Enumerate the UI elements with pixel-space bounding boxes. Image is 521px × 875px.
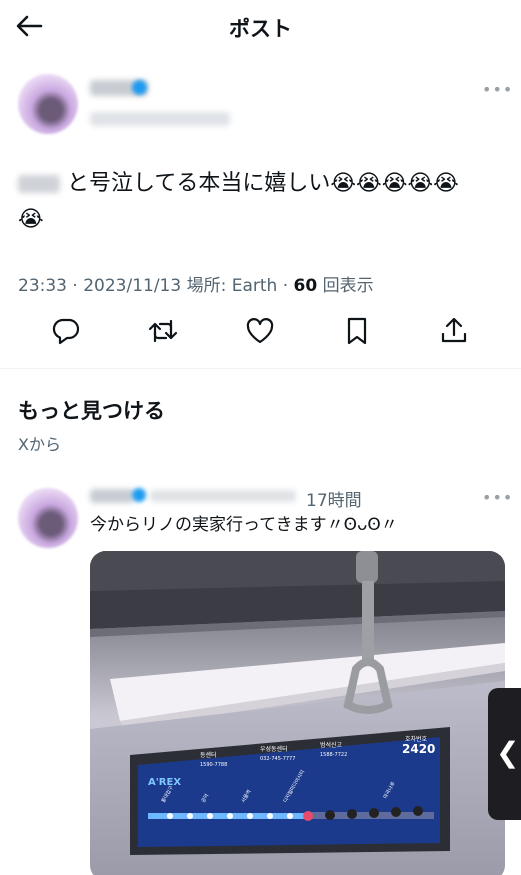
tweet-photo[interactable]: A'REX 동센터 1590-7788 우성동센터 032-745-7777 범… xyxy=(90,551,505,875)
display-brand: A'REX xyxy=(148,777,181,788)
retweet-icon[interactable] xyxy=(146,314,180,348)
like-icon[interactable] xyxy=(243,314,277,348)
recommended-author-handle[interactable] xyxy=(150,490,296,502)
verified-badge-icon xyxy=(132,488,146,502)
display-label-5: 범석신고 xyxy=(320,741,343,749)
redacted-text xyxy=(18,175,60,193)
tweet-location: 場所: Earth · xyxy=(181,276,294,296)
verified-badge-icon xyxy=(132,80,147,95)
tweet-timestamp[interactable]: 23:33 · 2023/11/13 xyxy=(18,276,181,296)
section-divider xyxy=(0,368,521,369)
car-number: 2420 xyxy=(402,742,435,756)
discover-heading: もっと見つける xyxy=(18,399,165,423)
display-label-3: 우성동센터 xyxy=(260,745,288,753)
discover-subtitle: Xから xyxy=(18,435,61,454)
views-label: 回表示 xyxy=(317,276,374,296)
chevron-left-icon: ❮ xyxy=(496,736,520,769)
share-icon[interactable] xyxy=(437,314,471,348)
views-count: 60 xyxy=(293,276,318,296)
display-label-2: 1590-7788 xyxy=(200,762,227,768)
recommended-text: 今からリノの実家行ってきます〃ʘᴗʘ〃 xyxy=(90,515,398,535)
display-label-1: 동센터 xyxy=(200,751,217,759)
page-title: ポスト xyxy=(229,17,292,41)
more-options-icon[interactable]: ••• xyxy=(482,488,513,507)
action-bar xyxy=(0,314,521,350)
tweet-text-line2: 😭 xyxy=(18,207,44,232)
display-label-6: 1588-7722 xyxy=(320,752,347,758)
tweet-text-line1: と号泣してる本当に嬉しい😭😭😭😭😭 xyxy=(67,171,459,196)
reply-icon[interactable] xyxy=(49,314,83,348)
more-options-icon[interactable]: ••• xyxy=(482,80,513,99)
display-label-4: 032-745-7777 xyxy=(260,756,295,762)
tweet-text: と号泣してる本当に嬉しい😭😭😭😭😭 😭 xyxy=(18,166,508,238)
author-avatar[interactable] xyxy=(18,74,78,134)
recommended-avatar[interactable] xyxy=(18,488,78,548)
recommended-author-name[interactable] xyxy=(90,489,134,503)
tweet-meta: 23:33 · 2023/11/13 場所: Earth · 60 回表示 xyxy=(18,271,374,296)
side-panel-handle[interactable]: ❮ xyxy=(488,688,521,820)
subway-photo: A'REX 동센터 1590-7788 우성동센터 032-745-7777 범… xyxy=(90,551,505,875)
top-bar: ポスト xyxy=(0,0,521,52)
author-handle[interactable] xyxy=(90,112,230,126)
recommended-time: 17時間 xyxy=(306,491,362,511)
bookmark-icon[interactable] xyxy=(340,314,374,348)
